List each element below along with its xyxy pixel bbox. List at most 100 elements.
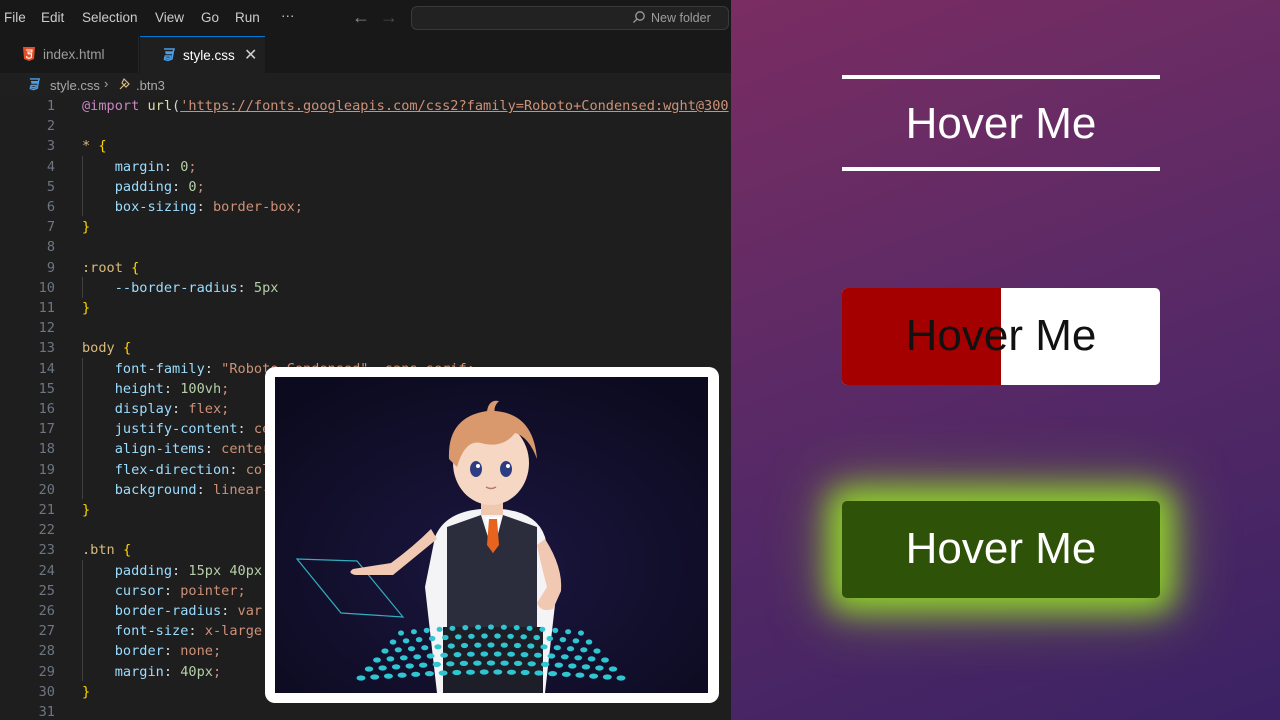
tab-style-css[interactable]: style.css ✕ <box>140 36 265 73</box>
keyboard-dot <box>552 627 559 633</box>
code-line[interactable]: 2 <box>0 116 731 136</box>
command-center-search[interactable]: New folder <box>411 6 729 30</box>
hover-me-button-1[interactable]: Hover Me <box>842 79 1160 169</box>
breadcrumb-selector[interactable]: .btn3 <box>136 78 165 93</box>
code-line[interactable]: 11} <box>0 298 731 318</box>
keyboard-dot <box>466 669 475 675</box>
keyboard-dot <box>410 629 417 635</box>
breadcrumb-separator: › <box>104 76 109 91</box>
keyboard-dot <box>554 662 563 668</box>
menu-go[interactable]: Go <box>201 10 219 25</box>
keyboard-dot <box>488 624 494 630</box>
line-number: 25 <box>38 582 55 599</box>
line-number: 6 <box>46 199 55 215</box>
close-icon[interactable]: ✕ <box>244 45 257 65</box>
keyboard-dot <box>494 633 501 639</box>
keyboard-dot <box>568 663 577 669</box>
keyboard-dot <box>500 624 507 630</box>
code-text: * { <box>82 138 107 155</box>
css-selector-icon <box>119 77 130 90</box>
code-text: cursor: pointer; <box>114 582 246 599</box>
keyboard-dot <box>561 671 571 677</box>
keyboard-dot <box>432 661 441 667</box>
tab-index-html[interactable]: index.html <box>0 36 139 73</box>
code-line[interactable]: 8 <box>0 237 731 257</box>
hover-me-button-3[interactable]: Hover Me <box>842 501 1160 598</box>
line-number: 17 <box>38 421 55 438</box>
code-text: margin: 0; <box>114 158 197 175</box>
hover-me-button-2[interactable]: Hover Me <box>842 288 1160 385</box>
keyboard-dot <box>383 673 393 679</box>
line-number: 15 <box>38 380 55 397</box>
search-icon <box>633 11 645 23</box>
code-text: body { <box>82 340 132 357</box>
keyboard-dot <box>428 635 436 642</box>
code-line[interactable]: 31 <box>0 702 731 720</box>
code-line[interactable]: 7} <box>0 217 731 237</box>
code-line[interactable]: 9:root { <box>0 258 731 278</box>
tab-bar: index.html style.css ✕ <box>0 36 731 73</box>
line-number: 21 <box>38 502 55 518</box>
code-line[interactable]: 3 * { <box>0 136 731 156</box>
keyboard-dot <box>513 642 522 649</box>
keyboard-dot <box>411 671 421 677</box>
keyboard-dot <box>595 665 604 671</box>
breadcrumb-file[interactable]: style.css <box>50 78 100 93</box>
keyboard-dot <box>574 655 583 661</box>
keyboard-dot <box>585 639 593 645</box>
keyboard-dot <box>589 673 599 679</box>
code-text: .btn { <box>82 542 132 559</box>
keyboard-dot <box>575 672 585 678</box>
line-number: 30 <box>38 683 55 700</box>
arrow-left-icon[interactable]: ← <box>352 7 370 28</box>
line-number: 10 <box>38 279 55 296</box>
keyboard-dot <box>462 625 469 631</box>
code-text: box-sizing: border-box; <box>114 199 303 215</box>
keyboard-dot <box>452 669 462 676</box>
keyboard-dot <box>520 669 530 676</box>
keyboard-dot <box>539 626 546 632</box>
line-number: 3 <box>46 138 55 155</box>
menu-more[interactable]: ··· <box>281 8 295 23</box>
keyboard-dot <box>370 674 380 680</box>
keyboard-dot <box>481 633 488 639</box>
code-line[interactable]: 10 --border-radius: 5px <box>0 278 731 298</box>
keyboard-dot <box>540 644 548 650</box>
code-line[interactable]: 6 box-sizing: border-box; <box>0 197 731 217</box>
line-number: 7 <box>46 219 55 236</box>
line-number: 24 <box>38 562 55 579</box>
menu-edit[interactable]: Edit <box>41 10 64 25</box>
menu-view[interactable]: View <box>155 10 184 25</box>
keyboard-dot <box>546 635 554 642</box>
menu-run[interactable]: Run <box>235 10 260 25</box>
line-number: 26 <box>38 603 55 619</box>
keyboard-dot <box>446 661 455 667</box>
keyboard-dot <box>424 671 434 677</box>
code-text: :root { <box>82 259 140 276</box>
keyboard-dot <box>381 648 389 654</box>
keyboard-dot <box>449 625 456 631</box>
code-line[interactable]: 1 @import url('https://fonts.googleapis.c… <box>0 96 731 116</box>
keyboard-dot <box>565 629 572 635</box>
code-text: } <box>82 502 91 518</box>
arrow-right-icon[interactable]: → <box>380 7 398 28</box>
line-number: 14 <box>38 360 55 377</box>
menu-selection[interactable]: Selection <box>82 10 138 25</box>
keyboard-dot <box>453 652 462 658</box>
line-number: 13 <box>38 340 55 357</box>
code-line[interactable]: 13 body { <box>0 338 731 358</box>
keyboard-dot <box>373 657 381 663</box>
code-line[interactable]: 4 margin: 0; <box>0 157 731 177</box>
keyboard-dot <box>616 675 626 681</box>
menu-file[interactable]: File <box>4 10 26 25</box>
code-line[interactable]: 12 <box>0 318 731 338</box>
tab-label: style.css <box>183 48 235 63</box>
code-line[interactable]: 5 padding: 0; <box>0 177 731 197</box>
keyboard-dot <box>534 652 542 658</box>
line-number: 23 <box>38 542 55 559</box>
keyboard-dot <box>500 660 509 666</box>
keyboard-dot <box>566 646 575 652</box>
code-text: --border-radius: 5px <box>114 279 279 296</box>
keyboard-dot <box>548 671 558 677</box>
keyboard-dot <box>520 634 527 640</box>
